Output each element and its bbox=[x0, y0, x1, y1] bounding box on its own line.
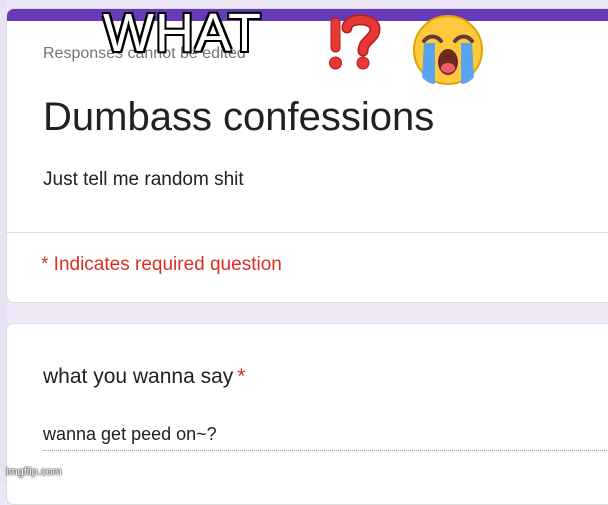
interrobang-icon bbox=[329, 14, 381, 70]
imgflip-watermark: imgflip.com bbox=[6, 466, 62, 478]
question-label: what you wanna say bbox=[43, 365, 234, 388]
form-header-card: Responses cannot be edited Dumbass confe… bbox=[6, 8, 608, 303]
form-description: Just tell me random shit bbox=[43, 169, 244, 190]
header-divider bbox=[7, 232, 608, 233]
required-asterisk: * bbox=[237, 365, 246, 388]
answer-input[interactable]: wanna get peed on~? bbox=[43, 422, 608, 451]
meme-caption: WHAT bbox=[102, 3, 262, 63]
loudly-crying-face-icon bbox=[413, 15, 483, 85]
question-title: what you wanna say * bbox=[43, 365, 245, 389]
form-title: Dumbass confessions bbox=[43, 95, 435, 139]
answer-value: wanna get peed on~? bbox=[43, 424, 217, 444]
question-card: what you wanna say * wanna get peed on~? bbox=[6, 323, 608, 505]
required-question-note: * Indicates required question bbox=[41, 254, 282, 275]
theme-accent-bar bbox=[7, 9, 608, 21]
